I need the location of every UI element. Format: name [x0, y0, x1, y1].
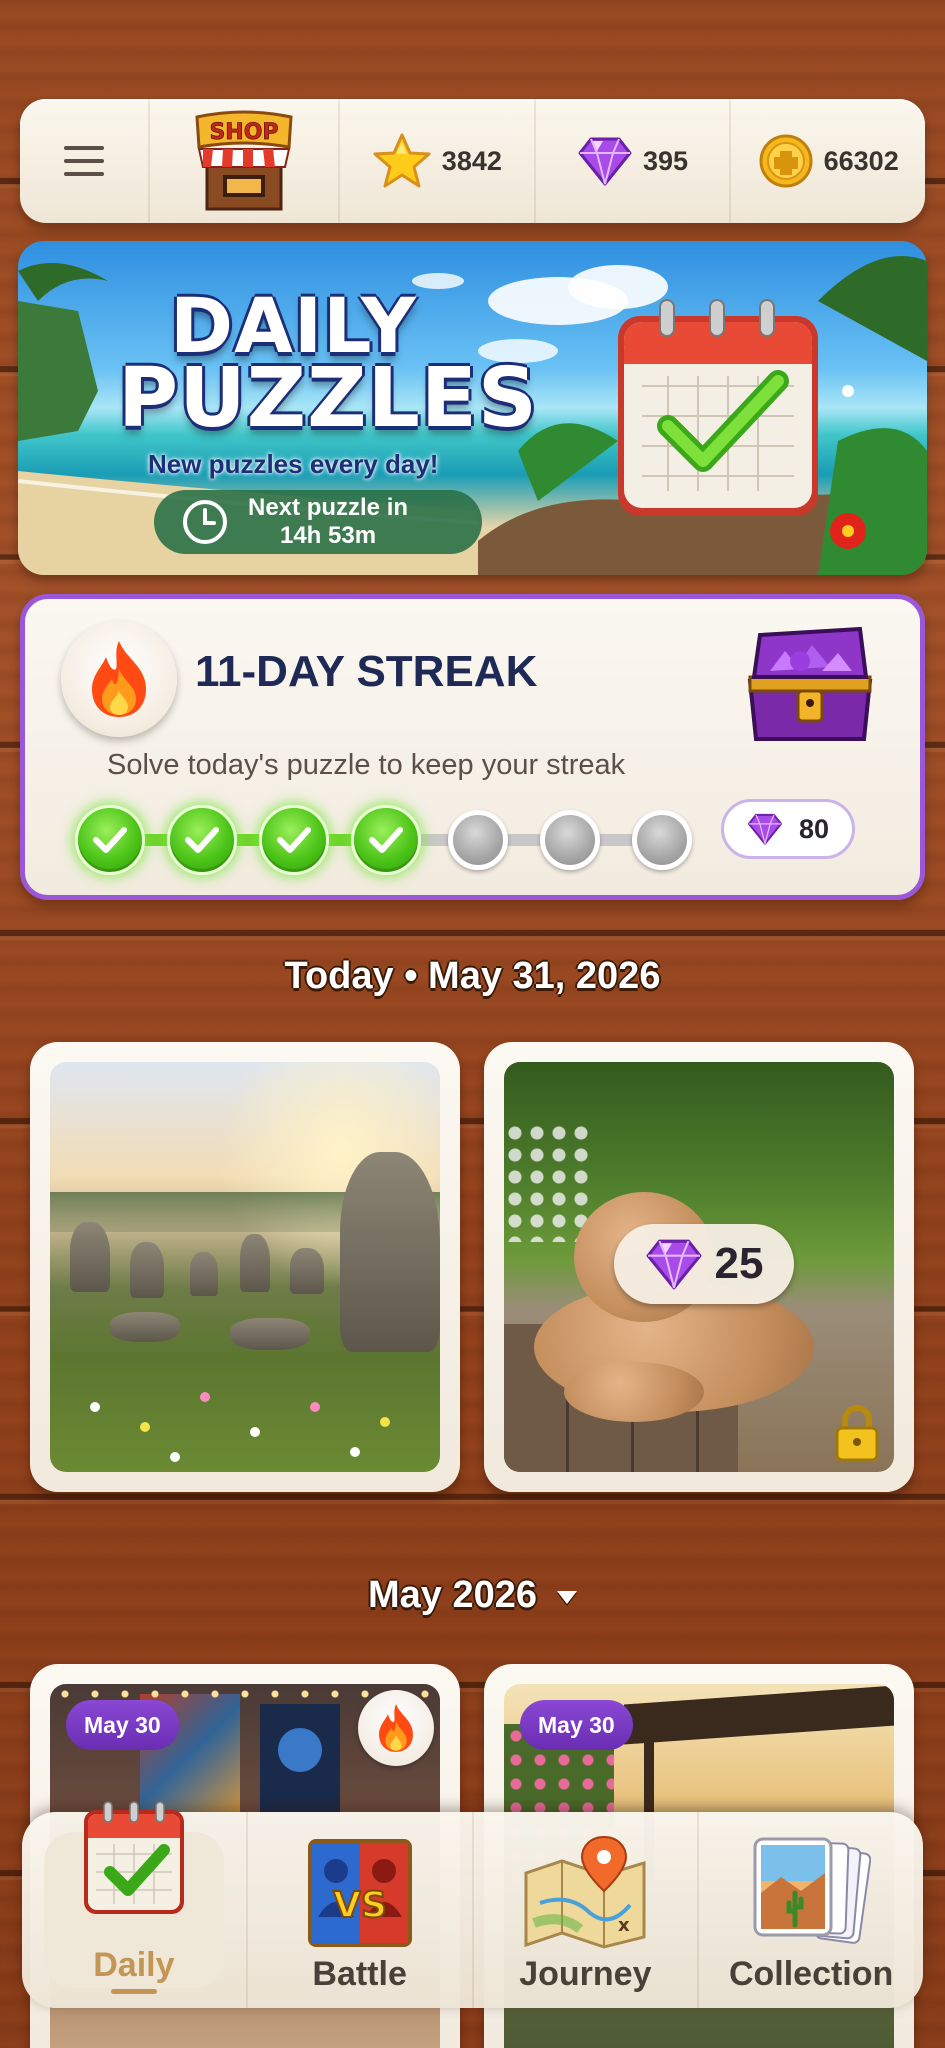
menu-button[interactable]	[20, 99, 150, 223]
nav-battle-label: Battle	[312, 1955, 407, 1993]
clock-icon	[183, 500, 227, 544]
streak-day-completed	[75, 805, 145, 875]
hamburger-menu-icon	[64, 146, 104, 176]
month-selector[interactable]: May 2026	[0, 1574, 945, 1617]
shop-label: SHOP	[209, 120, 278, 145]
top-bar: SHOP 3842 395 66302	[20, 99, 925, 223]
gem-icon	[578, 137, 632, 186]
fire-icon	[92, 641, 146, 717]
today-heading: Today • May 31, 2026	[284, 955, 661, 997]
nav-journey-label: Journey	[519, 1955, 652, 1993]
streak-title: 11-DAY STREAK	[195, 647, 538, 696]
nav-collection[interactable]: Collection	[699, 1812, 923, 2008]
svg-text:x: x	[618, 1915, 630, 1936]
puzzle-card-standing-stones[interactable]	[30, 1042, 460, 1492]
streak-day-completed	[259, 805, 329, 875]
puzzle-image: 25	[504, 1062, 894, 1472]
stars-count: 3842	[441, 145, 502, 176]
coin-icon	[759, 134, 813, 188]
streak-day-completed	[351, 805, 421, 875]
nav-journey[interactable]: x Journey	[474, 1812, 700, 2008]
cards-stack-icon	[753, 1837, 872, 1944]
check-icon	[185, 827, 219, 853]
map-pin-icon: x	[524, 1835, 646, 1949]
streak-card[interactable]: 11-DAY STREAK Solve today's puzzle to ke…	[20, 594, 925, 900]
check-icon	[369, 827, 403, 853]
shop-icon: SHOP	[195, 110, 293, 211]
streak-day-pending	[632, 810, 692, 870]
star-icon	[373, 133, 431, 188]
active-indicator	[110, 1989, 157, 1994]
streak-reward-amount: 80	[798, 813, 830, 844]
timer-value: 14h 53m	[279, 522, 377, 549]
bottom-navigation: Daily VS Battle x Journey Collection	[22, 1801, 923, 2008]
streak-reward: 80	[721, 799, 855, 859]
calendar-check-icon	[83, 1801, 184, 1914]
gem-icon	[747, 813, 783, 845]
gems-counter[interactable]: 395	[536, 99, 732, 223]
gems-count: 395	[642, 145, 689, 176]
nav-battle[interactable]: VS Battle	[248, 1812, 474, 2008]
calendar-check-illustration	[618, 299, 818, 516]
chevron-down-icon	[557, 1591, 577, 1604]
banner-title-line2: PUZZLES	[118, 351, 538, 446]
puzzle-image	[50, 1062, 440, 1472]
month-heading: May 2026	[367, 1574, 537, 1616]
shop-button[interactable]: SHOP	[150, 99, 340, 223]
nav-daily-label: Daily	[93, 1946, 175, 1984]
svg-text:VS: VS	[333, 1885, 387, 1926]
puzzle-card-poodle[interactable]: 25	[484, 1042, 914, 1492]
versus-icon: VS	[307, 1839, 412, 1947]
lock-icon	[835, 1405, 879, 1462]
streak-progress-track	[75, 805, 692, 875]
unlock-price-amount: 25	[714, 1239, 764, 1288]
streak-day-completed	[167, 805, 237, 875]
date-badge: May 30	[66, 1700, 179, 1750]
streak-fire-badge	[61, 621, 177, 737]
stars-counter[interactable]: 3842	[340, 99, 536, 223]
daily-puzzles-banner[interactable]: DAILY PUZZLES New puzzles every day! Nex…	[18, 241, 927, 575]
nav-daily[interactable]: Daily	[22, 1801, 248, 2008]
streak-bar-fill	[105, 834, 391, 846]
banner-subtitle: New puzzles every day!	[148, 449, 439, 479]
coins-counter[interactable]: 66302	[731, 99, 925, 223]
streak-fire-badge	[358, 1690, 434, 1766]
coins-count: 66302	[823, 145, 899, 176]
check-icon	[277, 827, 311, 853]
streak-subtitle: Solve today's puzzle to keep your streak	[107, 749, 626, 781]
gem-icon	[646, 1239, 701, 1290]
unlock-price[interactable]: 25	[614, 1224, 794, 1304]
timer-label: Next puzzle in	[248, 494, 409, 521]
date-badge: May 30	[520, 1700, 633, 1750]
next-puzzle-timer: Next puzzle in 14h 53m	[154, 490, 482, 554]
streak-day-pending	[540, 810, 600, 870]
fire-icon	[379, 1704, 413, 1752]
nav-collection-label: Collection	[728, 1955, 894, 1993]
streak-day-pending	[448, 810, 508, 870]
treasure-chest-icon	[747, 626, 873, 741]
check-icon	[93, 827, 127, 853]
